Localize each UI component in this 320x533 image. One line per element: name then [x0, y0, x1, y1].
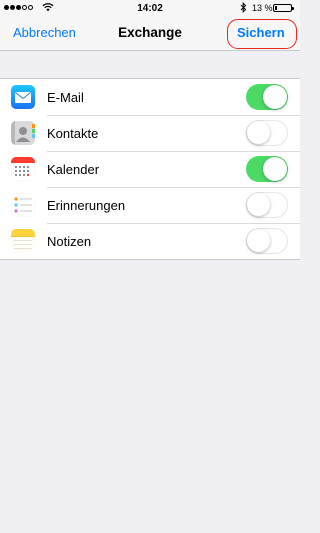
email-label: E-Mail [47, 90, 84, 105]
status-bar: 14:02 13 % [0, 0, 300, 18]
email-toggle[interactable] [246, 84, 288, 110]
save-button[interactable]: Sichern [237, 25, 285, 40]
list-item-notes: Notizen [0, 223, 300, 259]
list-item-email: E-Mail [0, 79, 300, 115]
reminders-icon [11, 193, 35, 217]
contacts-toggle[interactable] [246, 120, 288, 146]
contacts-label: Kontakte [47, 126, 99, 141]
list-item-contacts: Kontakte [0, 115, 300, 151]
list-item-calendar: Kalender [0, 151, 300, 187]
navigation-bar: Abbrechen Exchange Sichern [0, 18, 300, 50]
top-bar: 14:02 13 % Abbrechen Exchange Sichern [0, 0, 300, 51]
calendar-icon [11, 157, 35, 181]
calendar-label: Kalender [47, 162, 100, 177]
notes-label: Notizen [47, 234, 92, 249]
notes-icon [11, 229, 35, 253]
account-services-list: E-Mail Kontakte Kalender Erinnerungen No… [0, 78, 300, 260]
contacts-icon [11, 121, 35, 145]
reminders-label: Erinnerungen [47, 198, 126, 213]
battery-icon [273, 4, 294, 12]
bluetooth-icon [240, 1, 247, 15]
notes-toggle[interactable] [246, 228, 288, 254]
battery-percent: 13 % [252, 3, 273, 13]
mail-icon [11, 85, 35, 109]
calendar-toggle[interactable] [246, 156, 288, 182]
reminders-toggle[interactable] [246, 192, 288, 218]
list-item-reminders: Erinnerungen [0, 187, 300, 223]
